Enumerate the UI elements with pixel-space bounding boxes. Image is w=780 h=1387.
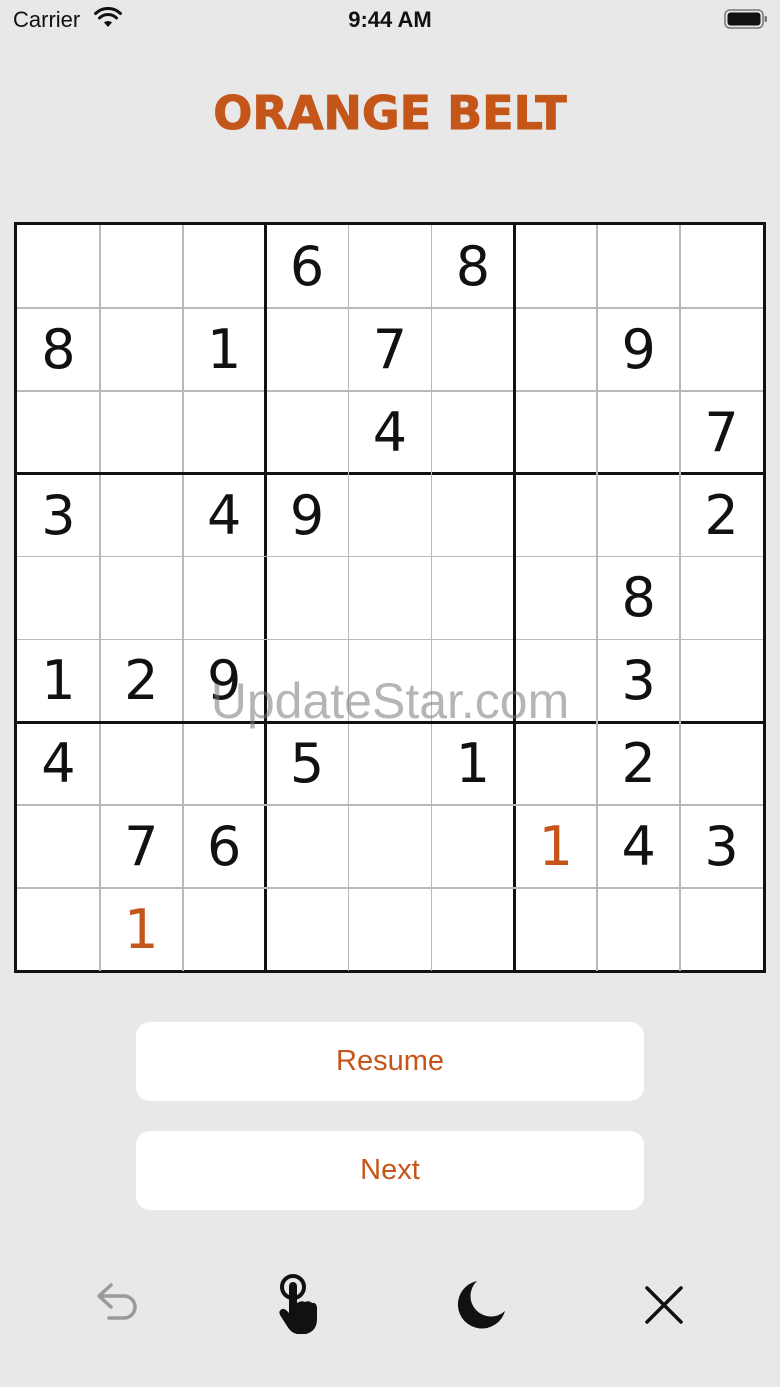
sudoku-cell[interactable] bbox=[514, 639, 597, 722]
sudoku-cell[interactable]: 1 bbox=[100, 888, 183, 971]
close-icon[interactable] bbox=[629, 1270, 699, 1340]
sudoku-cell[interactable] bbox=[100, 391, 183, 474]
sudoku-cell[interactable] bbox=[349, 474, 432, 557]
sudoku-cell[interactable] bbox=[349, 557, 432, 640]
sudoku-cell[interactable]: 1 bbox=[183, 308, 266, 391]
sudoku-cell[interactable] bbox=[431, 639, 514, 722]
sudoku-cell[interactable] bbox=[100, 225, 183, 308]
sudoku-cell[interactable] bbox=[266, 391, 349, 474]
sudoku-cell[interactable] bbox=[349, 639, 432, 722]
sudoku-cell[interactable]: 3 bbox=[17, 474, 100, 557]
sudoku-cell[interactable] bbox=[100, 308, 183, 391]
sudoku-cell[interactable] bbox=[514, 557, 597, 640]
sudoku-cell[interactable] bbox=[266, 805, 349, 888]
sudoku-cell[interactable] bbox=[349, 722, 432, 805]
sudoku-cell[interactable] bbox=[680, 308, 763, 391]
sudoku-cell[interactable] bbox=[514, 888, 597, 971]
sudoku-cell[interactable] bbox=[680, 888, 763, 971]
sudoku-cell[interactable]: 8 bbox=[597, 557, 680, 640]
sudoku-cell[interactable] bbox=[100, 722, 183, 805]
sudoku-cell[interactable] bbox=[680, 225, 763, 308]
next-button[interactable]: Next bbox=[136, 1131, 644, 1210]
sudoku-cell[interactable] bbox=[597, 474, 680, 557]
sudoku-cell[interactable]: 6 bbox=[183, 805, 266, 888]
sudoku-cell[interactable]: 6 bbox=[266, 225, 349, 308]
sudoku-cell[interactable] bbox=[183, 391, 266, 474]
sudoku-cell[interactable] bbox=[597, 391, 680, 474]
undo-icon[interactable] bbox=[81, 1270, 151, 1340]
sudoku-cell[interactable]: 1 bbox=[431, 722, 514, 805]
sudoku-cell[interactable]: 9 bbox=[597, 308, 680, 391]
sudoku-cell[interactable] bbox=[680, 722, 763, 805]
sudoku-cell[interactable] bbox=[349, 888, 432, 971]
sudoku-cell[interactable]: 2 bbox=[100, 639, 183, 722]
moon-icon[interactable] bbox=[446, 1270, 516, 1340]
sudoku-cell[interactable] bbox=[266, 639, 349, 722]
sudoku-cell[interactable] bbox=[514, 474, 597, 557]
sudoku-cell[interactable] bbox=[17, 225, 100, 308]
status-bar: Carrier 9:44 AM bbox=[0, 0, 780, 40]
sudoku-cell[interactable] bbox=[349, 225, 432, 308]
sudoku-cell[interactable]: 7 bbox=[100, 805, 183, 888]
sudoku-board: 688179473492812934512761431 bbox=[14, 222, 766, 973]
sudoku-cell[interactable]: 9 bbox=[266, 474, 349, 557]
sudoku-cell[interactable]: 3 bbox=[597, 639, 680, 722]
sudoku-cell[interactable]: 4 bbox=[183, 474, 266, 557]
tap-hand-icon[interactable] bbox=[263, 1270, 333, 1340]
sudoku-cell[interactable] bbox=[183, 722, 266, 805]
sudoku-cell[interactable]: 5 bbox=[266, 722, 349, 805]
sudoku-cell[interactable]: 1 bbox=[17, 639, 100, 722]
sudoku-cell[interactable] bbox=[597, 225, 680, 308]
sudoku-cell[interactable] bbox=[431, 474, 514, 557]
level-title: ORANGE BELT bbox=[213, 86, 567, 141]
sudoku-cell[interactable] bbox=[431, 308, 514, 391]
sudoku-cell[interactable] bbox=[266, 557, 349, 640]
sudoku-cell[interactable] bbox=[17, 888, 100, 971]
sudoku-cell[interactable]: 8 bbox=[431, 225, 514, 308]
sudoku-cell[interactable]: 4 bbox=[17, 722, 100, 805]
sudoku-cell[interactable] bbox=[431, 557, 514, 640]
sudoku-cell[interactable] bbox=[183, 888, 266, 971]
sudoku-cell[interactable] bbox=[680, 557, 763, 640]
sudoku-cell[interactable] bbox=[431, 888, 514, 971]
sudoku-cell[interactable]: 2 bbox=[597, 722, 680, 805]
sudoku-cell[interactable]: 3 bbox=[680, 805, 763, 888]
clock: 9:44 AM bbox=[348, 7, 432, 32]
sudoku-cell[interactable] bbox=[431, 805, 514, 888]
sudoku-cell[interactable] bbox=[514, 722, 597, 805]
resume-button[interactable]: Resume bbox=[136, 1022, 644, 1101]
sudoku-cell[interactable] bbox=[597, 888, 680, 971]
sudoku-cell[interactable]: 9 bbox=[183, 639, 266, 722]
sudoku-cell[interactable] bbox=[431, 391, 514, 474]
sudoku-cell[interactable] bbox=[183, 225, 266, 308]
sudoku-cell[interactable] bbox=[514, 308, 597, 391]
sudoku-cell[interactable]: 2 bbox=[680, 474, 763, 557]
sudoku-cell[interactable]: 4 bbox=[597, 805, 680, 888]
sudoku-cell[interactable]: 8 bbox=[17, 308, 100, 391]
sudoku-cell[interactable] bbox=[514, 391, 597, 474]
sudoku-cell[interactable] bbox=[17, 805, 100, 888]
sudoku-cell[interactable] bbox=[680, 639, 763, 722]
sudoku-cell[interactable]: 1 bbox=[514, 805, 597, 888]
sudoku-cell[interactable] bbox=[17, 557, 100, 640]
battery-icon bbox=[724, 9, 767, 29]
sudoku-cell[interactable] bbox=[100, 557, 183, 640]
sudoku-cell[interactable] bbox=[266, 888, 349, 971]
sudoku-cell[interactable] bbox=[17, 391, 100, 474]
sudoku-cell[interactable]: 7 bbox=[349, 308, 432, 391]
sudoku-cell[interactable] bbox=[514, 225, 597, 308]
sudoku-cell[interactable] bbox=[266, 308, 349, 391]
sudoku-cell[interactable] bbox=[349, 805, 432, 888]
sudoku-cell[interactable] bbox=[100, 474, 183, 557]
sudoku-cell[interactable]: 7 bbox=[680, 391, 763, 474]
sudoku-cell[interactable]: 4 bbox=[349, 391, 432, 474]
sudoku-cell[interactable] bbox=[183, 557, 266, 640]
